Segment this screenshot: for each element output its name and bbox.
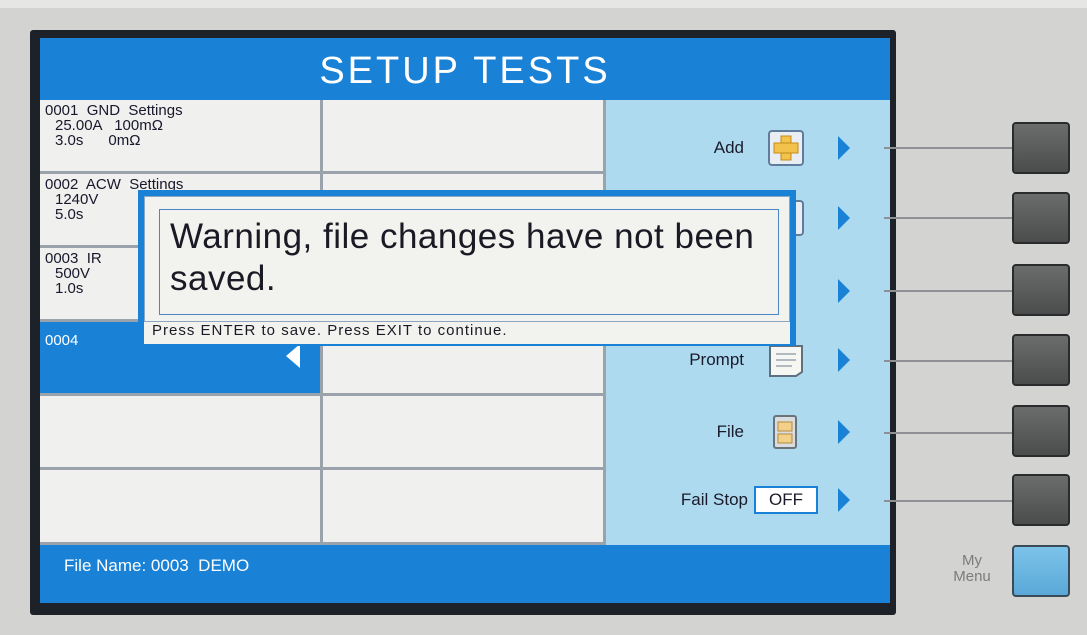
unsaved-changes-dialog: Warning, file changes have not been save… <box>138 190 796 346</box>
file-name-status: File Name: 0003 DEMO <box>64 556 249 576</box>
test-step-header: 0001 GND Settings <box>45 102 183 119</box>
menu-item-fail-stop[interactable]: Fail Stop OFF <box>606 470 890 530</box>
menu-arrow-icon <box>838 136 850 160</box>
test-step-1[interactable]: 0001 GND Settings 25.00A 100mΩ 3.0s 0mΩ <box>40 100 323 174</box>
dialog-hint: Press ENTER to save. Press EXIT to conti… <box>144 322 790 344</box>
menu-item-label: Fail Stop <box>680 490 748 509</box>
soft-key-lead <box>884 500 1016 502</box>
menu-arrow-icon <box>838 279 850 303</box>
test-step-empty[interactable] <box>323 396 606 470</box>
soft-key-6-button[interactable] <box>1012 474 1070 526</box>
soft-key-5-button[interactable] <box>1012 405 1070 457</box>
soft-key-3-button[interactable] <box>1012 264 1070 316</box>
test-step-empty[interactable] <box>323 470 606 545</box>
menu-item-label: Add <box>713 138 744 157</box>
menu-arrow-icon <box>838 420 850 444</box>
document-icon <box>769 345 803 377</box>
cursor-arrow-icon <box>286 344 300 368</box>
menu-arrow-icon <box>838 206 850 230</box>
dialog-message: Warning, file changes have not been save… <box>159 209 779 315</box>
test-step-empty[interactable] <box>40 396 323 470</box>
lcd-screen: SETUP TESTS 0001 GND Settings 25.00A 100… <box>40 38 890 603</box>
menu-item-add[interactable]: Add <box>606 118 890 178</box>
status-bar: File Name: 0003 DEMO <box>40 545 890 603</box>
test-step-param: 25.00A 100mΩ <box>55 117 163 134</box>
my-menu-label-line: Menu <box>953 568 991 585</box>
soft-key-4-button[interactable] <box>1012 334 1070 386</box>
plus-icon <box>768 130 804 166</box>
menu-arrow-icon <box>838 488 850 512</box>
soft-key-lead <box>884 147 1016 149</box>
my-menu-label: My Menu <box>944 553 1000 585</box>
soft-key-lead <box>884 217 1016 219</box>
fail-stop-value: OFF <box>754 486 818 514</box>
file-name-value: 0003 DEMO <box>150 556 250 575</box>
page-title: SETUP TESTS <box>319 50 611 92</box>
test-step-param: 3.0s 0mΩ <box>55 132 141 149</box>
menu-item-file[interactable]: File <box>606 402 890 462</box>
soft-key-1-button[interactable] <box>1012 122 1070 174</box>
my-menu-label-line: My <box>962 552 982 569</box>
test-step-empty[interactable] <box>323 100 606 174</box>
instrument-panel <box>0 0 1087 8</box>
file-cabinet-icon <box>773 415 797 449</box>
soft-key-lead <box>884 432 1016 434</box>
file-name-label: File Name: <box>64 556 147 575</box>
soft-key-lead <box>884 290 1016 292</box>
soft-key-2-button[interactable] <box>1012 192 1070 244</box>
my-menu-button[interactable] <box>1012 545 1070 597</box>
menu-item-label: File <box>716 422 744 441</box>
dialog-body: Warning, file changes have not been save… <box>144 196 790 322</box>
menu-arrow-icon <box>838 348 850 372</box>
soft-key-lead <box>884 360 1016 362</box>
test-step-empty[interactable] <box>40 470 323 545</box>
